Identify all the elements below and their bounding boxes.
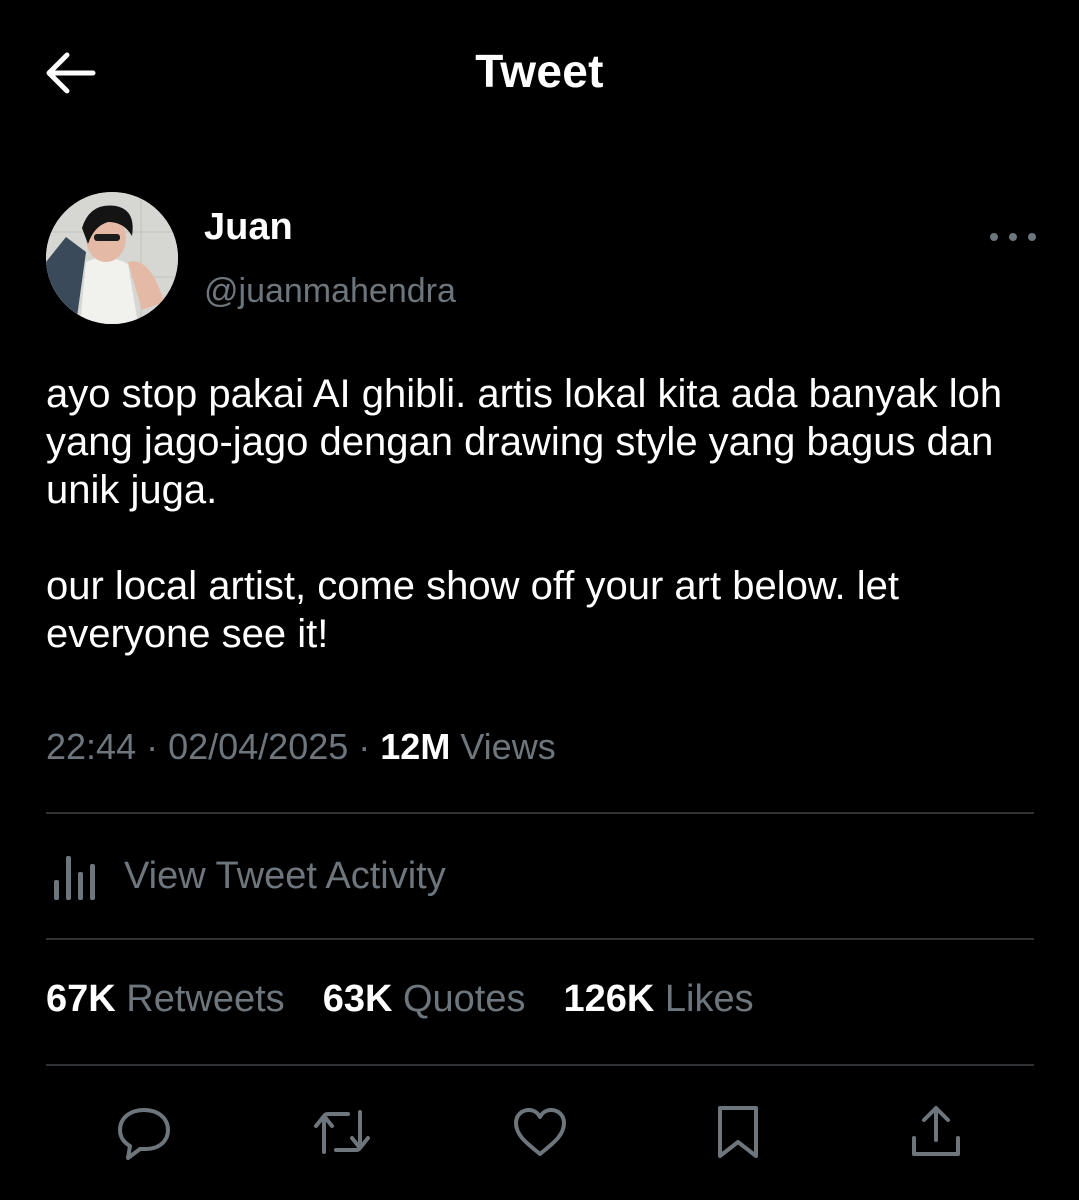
like-button[interactable] (508, 1100, 572, 1164)
quotes-label: Quotes (392, 978, 526, 1020)
avatar-image (46, 192, 178, 324)
tweet-action-bar (46, 1100, 1036, 1170)
display-name[interactable]: Juan (204, 206, 293, 249)
quotes-count: 63K (322, 978, 393, 1020)
likes-label: Likes (654, 978, 754, 1020)
view-tweet-activity-label: View Tweet Activity (124, 854, 446, 897)
tweet-author: Juan @juanmahendra (46, 192, 1036, 327)
bookmark-icon (718, 1106, 758, 1158)
retweets-count: 67K (46, 978, 116, 1020)
quotes-stat[interactable]: 63K Quotes (323, 978, 526, 1021)
separator: · (348, 726, 381, 767)
views-label: Views (450, 726, 556, 767)
divider (46, 938, 1034, 940)
user-handle[interactable]: @juanmahendra (204, 272, 456, 311)
retweets-stat[interactable]: 67K Retweets (46, 978, 285, 1021)
more-dot-icon (1028, 233, 1036, 241)
reply-button[interactable] (112, 1100, 176, 1164)
view-tweet-activity-button[interactable]: View Tweet Activity (46, 846, 746, 906)
likes-count: 126K (563, 978, 655, 1020)
engagement-stats: 67K Retweets 63K Quotes 126K Likes (46, 978, 792, 1021)
tweet-text: ayo stop pakai AI ghibli. artis lokal ki… (46, 370, 1046, 658)
share-icon (912, 1106, 960, 1156)
tweet-paragraph: ayo stop pakai AI ghibli. artis lokal ki… (46, 372, 1003, 512)
more-dot-icon (1009, 233, 1017, 241)
tweet-paragraph: our local artist, come show off your art… (46, 564, 899, 656)
likes-stat[interactable]: 126K Likes (563, 978, 753, 1021)
tweet-metadata: 22:44 · 02/04/2025 · 12M Views (46, 726, 556, 768)
reply-icon (118, 1108, 170, 1160)
divider (46, 812, 1034, 814)
share-button[interactable] (904, 1100, 968, 1164)
tweet-date: 02/04/2025 (168, 726, 349, 767)
separator: · (136, 726, 169, 767)
bookmark-button[interactable] (706, 1100, 770, 1164)
views-count: 12M (380, 726, 451, 767)
top-bar: Tweet (0, 0, 1079, 140)
retweet-icon (314, 1110, 370, 1154)
like-icon (514, 1108, 566, 1156)
more-dot-icon (990, 233, 998, 241)
divider (46, 1064, 1034, 1066)
avatar[interactable] (46, 192, 178, 324)
tweet-time: 22:44 (46, 726, 137, 767)
analytics-bars-icon (54, 856, 95, 900)
more-options-button[interactable] (990, 222, 1036, 252)
page-title: Tweet (475, 45, 604, 97)
retweet-button[interactable] (310, 1100, 374, 1164)
retweets-label: Retweets (115, 978, 285, 1020)
